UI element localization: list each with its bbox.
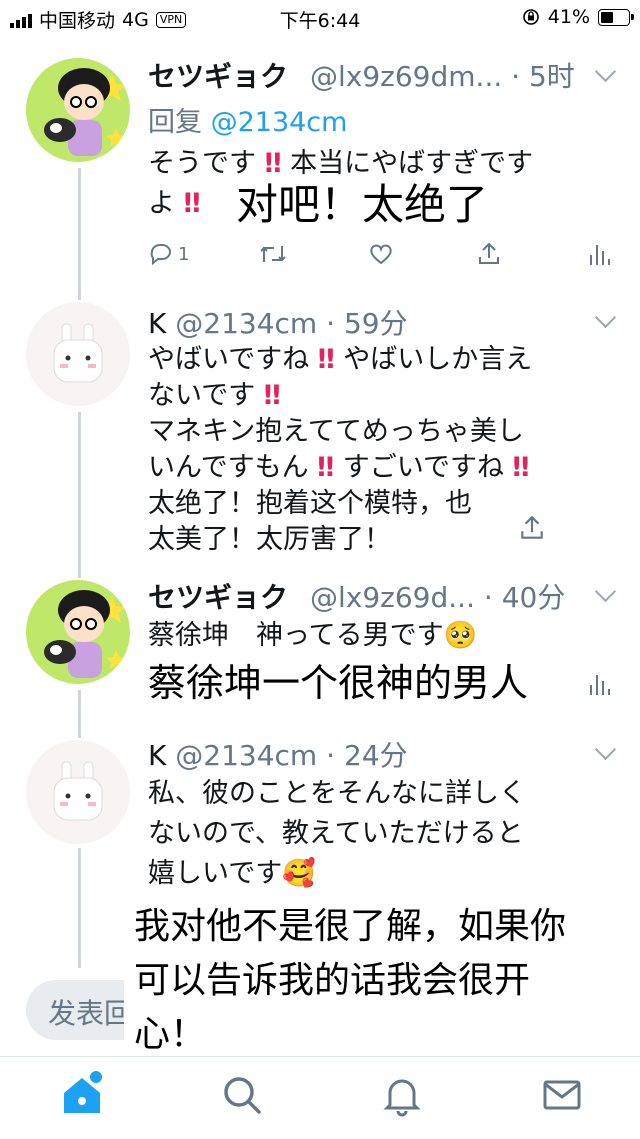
tweet-text: 私、彼のことをそんなに詳しく ないので、教えていただけると 嬉しいです🥰 bbox=[148, 778, 526, 889]
display-name[interactable]: K bbox=[148, 739, 166, 772]
user-handle[interactable]: @lx9z69dm... bbox=[310, 60, 502, 93]
avatar[interactable] bbox=[26, 580, 130, 684]
notification-dot bbox=[88, 1069, 104, 1085]
user-handle[interactable]: @2134cm bbox=[175, 307, 317, 340]
chevron-down-icon[interactable] bbox=[594, 580, 617, 603]
reply-count: 1 bbox=[178, 243, 190, 265]
tweet-meta: @lx9z69d... · 40分 bbox=[310, 576, 565, 616]
display-name[interactable]: セツギョク bbox=[148, 55, 288, 95]
thread-line bbox=[78, 848, 81, 968]
bell-icon bbox=[383, 1079, 421, 1117]
tweet-meta: K @2134cm · 59分 bbox=[148, 302, 408, 342]
translation-caption: 我对他不是很了解，如果你 可以告诉我的话我会很开 心！ bbox=[124, 896, 618, 1058]
thread-line bbox=[78, 168, 81, 300]
like-button[interactable] bbox=[368, 236, 394, 272]
reply-prefix: 回复 bbox=[148, 107, 202, 138]
mail-icon bbox=[543, 1080, 581, 1110]
retweet-icon bbox=[260, 246, 286, 262]
battery-icon bbox=[598, 8, 634, 26]
battery-percent: 41% bbox=[547, 6, 590, 28]
chevron-down-icon[interactable] bbox=[594, 60, 617, 83]
reply-to: 回复 @2134cm bbox=[148, 100, 347, 139]
status-bar: 中国移动 4G VPN 下午6:44 41% bbox=[0, 0, 640, 34]
double-exclamation-emoji: ‼ bbox=[317, 452, 335, 483]
meta-dot: · bbox=[483, 581, 502, 614]
tweet-text: 蔡徐坤 神ってる男です🥺 bbox=[148, 620, 478, 651]
chevron-down-icon[interactable] bbox=[594, 738, 617, 761]
heart-icon bbox=[370, 244, 392, 265]
translation-overlay: 蔡徐坤一个很神的男人 bbox=[148, 661, 529, 705]
rotation-lock-icon bbox=[522, 9, 539, 25]
retweet-button[interactable] bbox=[258, 236, 288, 272]
tweet-time: 5时 bbox=[528, 60, 575, 93]
tweet-text: そうです ‼ 本当にやばすぎです bbox=[148, 148, 534, 179]
meta-dot: · bbox=[511, 60, 529, 93]
compose-placeholder: 发表回 bbox=[48, 997, 133, 1030]
tweet-meta: @lx9z69dm... · 5时 bbox=[310, 55, 575, 95]
search-icon bbox=[224, 1077, 261, 1114]
tab-search[interactable] bbox=[218, 1071, 266, 1119]
user-handle[interactable]: @2134cm bbox=[175, 739, 317, 772]
translation-caption-text: 我对他不是很了解，如果你 可以告诉我的话我会很开 心！ bbox=[134, 906, 567, 1055]
tweet-actions: 1 bbox=[148, 236, 618, 272]
meta-dot: · bbox=[326, 307, 344, 340]
share-icon bbox=[479, 242, 499, 264]
double-exclamation-emoji: ‼ bbox=[512, 452, 530, 483]
tab-home[interactable] bbox=[58, 1069, 106, 1119]
tweet-time: 24分 bbox=[343, 739, 408, 772]
double-exclamation-emoji: ‼ bbox=[263, 380, 281, 411]
double-exclamation-emoji: ‼ bbox=[183, 188, 201, 219]
double-exclamation-emoji: ‼ bbox=[317, 344, 335, 375]
tab-notifications[interactable] bbox=[378, 1071, 426, 1119]
analytics-icon bbox=[590, 245, 610, 265]
tab-messages[interactable] bbox=[538, 1071, 586, 1119]
thread-line bbox=[78, 412, 81, 578]
share-button[interactable] bbox=[476, 236, 502, 272]
thread-line bbox=[78, 690, 81, 738]
avatar[interactable] bbox=[26, 58, 130, 162]
avatar[interactable] bbox=[26, 740, 130, 844]
tab-bar bbox=[0, 1056, 640, 1139]
user-handle[interactable]: @lx9z69d... bbox=[310, 581, 475, 614]
display-name[interactable]: K bbox=[148, 307, 166, 340]
reply-handle-link[interactable]: @2134cm bbox=[211, 107, 348, 138]
display-name[interactable]: セツギョク bbox=[148, 576, 288, 616]
tweet-meta: K @2134cm · 24分 bbox=[148, 734, 408, 774]
reply-icon bbox=[150, 244, 171, 266]
avatar[interactable] bbox=[26, 302, 130, 406]
tweet-time: 59分 bbox=[343, 307, 408, 340]
reply-button[interactable]: 1 bbox=[148, 236, 189, 272]
tweet-text: やばいですね ‼ やばいしか言え ないです ‼ マネキン抱えててめっちゃ美し い… bbox=[148, 344, 533, 555]
meta-dot: · bbox=[326, 739, 344, 772]
tweet-text: よ ‼ bbox=[148, 188, 201, 219]
chevron-down-icon[interactable] bbox=[594, 306, 617, 329]
double-exclamation-emoji: ‼ bbox=[264, 148, 282, 179]
share-icon[interactable] bbox=[518, 514, 546, 542]
analytics-icon[interactable] bbox=[588, 670, 610, 698]
translation-overlay: 对吧！太绝了 bbox=[236, 180, 489, 229]
analytics-button[interactable] bbox=[588, 236, 610, 272]
tweet-time: 40分 bbox=[501, 581, 566, 614]
